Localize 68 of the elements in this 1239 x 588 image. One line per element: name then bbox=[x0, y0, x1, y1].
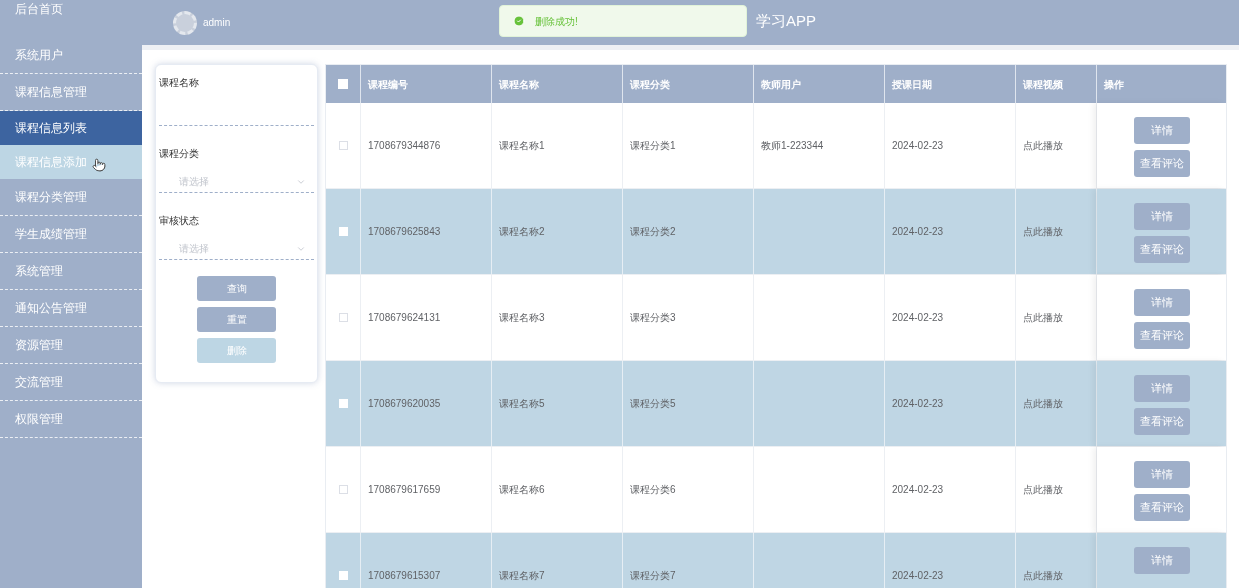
field-label: 课程名称 bbox=[159, 76, 200, 90]
table-cell-text: 1708679344876 bbox=[368, 139, 441, 153]
table-cell-text: 2024-02-23 bbox=[892, 483, 944, 497]
sidebar-item[interactable]: 课程信息列表 bbox=[0, 111, 142, 145]
table-cell-text: 课程名称7 bbox=[499, 569, 545, 583]
table-cell-text: 1708679615307 bbox=[368, 569, 441, 583]
table-cell-text: 课程分类3 bbox=[630, 311, 676, 325]
action-button[interactable]: 详情 bbox=[1133, 461, 1190, 488]
sidebar-item[interactable]: 课程信息添加 bbox=[0, 145, 142, 179]
table-cell-text: 2024-02-23 bbox=[892, 569, 944, 583]
table-cell-text: 2024-02-23 bbox=[892, 397, 944, 411]
sidebar-item[interactable]: 交流管理 bbox=[0, 364, 142, 401]
table-cell-text: 课程分类7 bbox=[630, 569, 676, 583]
table-cell-text: 课程分类6 bbox=[630, 483, 676, 497]
table-cell-text: 2024-02-23 bbox=[892, 139, 944, 153]
select-all-checkbox[interactable] bbox=[338, 79, 348, 89]
action-button[interactable]: 详情 bbox=[1133, 547, 1190, 574]
action-button[interactable]: 查看评论 bbox=[1133, 408, 1190, 435]
table-cell-text: 1708679617659 bbox=[368, 483, 441, 497]
table-cell-text: 2024-02-23 bbox=[892, 311, 944, 325]
filter-button[interactable]: 查询 bbox=[197, 276, 276, 301]
toast-message: 删除成功! bbox=[535, 14, 578, 29]
row-checkbox[interactable] bbox=[338, 313, 348, 322]
sidebar-item[interactable]: 通知公告管理 bbox=[0, 290, 142, 327]
table-cell-text: 课程名称6 bbox=[499, 483, 545, 497]
field-label: 审核状态 bbox=[159, 214, 200, 228]
action-button[interactable]: 查看评论 bbox=[1133, 150, 1190, 177]
table-cell-text: 教师1-223344 bbox=[761, 139, 824, 153]
column-header: 操作 bbox=[1103, 77, 1125, 92]
table-cell-text: 2024-02-23 bbox=[892, 225, 944, 239]
hand-cursor-icon bbox=[92, 157, 106, 173]
app-title: 学习APP bbox=[756, 11, 816, 31]
table-cell-text: 点此播放 bbox=[1023, 311, 1063, 325]
table-cell-text: 课程名称1 bbox=[499, 139, 545, 153]
sidebar-item[interactable]: 权限管理 bbox=[0, 401, 142, 438]
sidebar-item[interactable]: 后台首页 bbox=[0, 0, 142, 37]
action-button[interactable]: 查看评论 bbox=[1133, 494, 1190, 521]
row-checkbox[interactable] bbox=[338, 141, 348, 150]
username: admin bbox=[203, 16, 231, 30]
table-cell-text: 课程分类1 bbox=[630, 139, 676, 153]
table-cell-text: 1708679625843 bbox=[368, 225, 441, 239]
sidebar-item[interactable]: 学生成绩管理 bbox=[0, 216, 142, 253]
table-cell-text: 1708679620035 bbox=[368, 397, 441, 411]
table-cell-text: 点此播放 bbox=[1023, 225, 1063, 239]
action-button[interactable]: 详情 bbox=[1133, 289, 1190, 316]
table-cell-text: 课程分类2 bbox=[630, 225, 676, 239]
action-button[interactable]: 详情 bbox=[1133, 375, 1190, 402]
table-cell-text: 点此播放 bbox=[1023, 397, 1063, 411]
table-cell-text: 点此播放 bbox=[1023, 483, 1063, 497]
filter-button[interactable]: 重置 bbox=[197, 307, 276, 332]
sidebar-item[interactable]: 课程分类管理 bbox=[0, 179, 142, 216]
table-cell-text: 点此播放 bbox=[1023, 569, 1063, 583]
action-button[interactable]: 详情 bbox=[1133, 117, 1190, 144]
loading-avatar-icon bbox=[173, 10, 197, 35]
row-checkbox[interactable] bbox=[338, 485, 348, 494]
table-cell-text: 1708679624131 bbox=[368, 311, 441, 325]
success-check-icon bbox=[513, 15, 525, 27]
action-button[interactable]: 查看评论 bbox=[1133, 322, 1190, 349]
table-cell-text: 点此播放 bbox=[1023, 139, 1063, 153]
sidebar-item[interactable]: 资源管理 bbox=[0, 327, 142, 364]
table-cell-text: 课程名称2 bbox=[499, 225, 545, 239]
table-cell-text: 课程分类5 bbox=[630, 397, 676, 411]
sidebar-item[interactable]: 系统管理 bbox=[0, 253, 142, 290]
field-label: 课程分类 bbox=[159, 147, 200, 161]
action-button[interactable]: 查看评论 bbox=[1133, 236, 1190, 263]
table-cell-text: 课程名称5 bbox=[499, 397, 545, 411]
table-cell-text: 课程名称3 bbox=[499, 311, 545, 325]
action-button[interactable]: 详情 bbox=[1133, 203, 1190, 230]
